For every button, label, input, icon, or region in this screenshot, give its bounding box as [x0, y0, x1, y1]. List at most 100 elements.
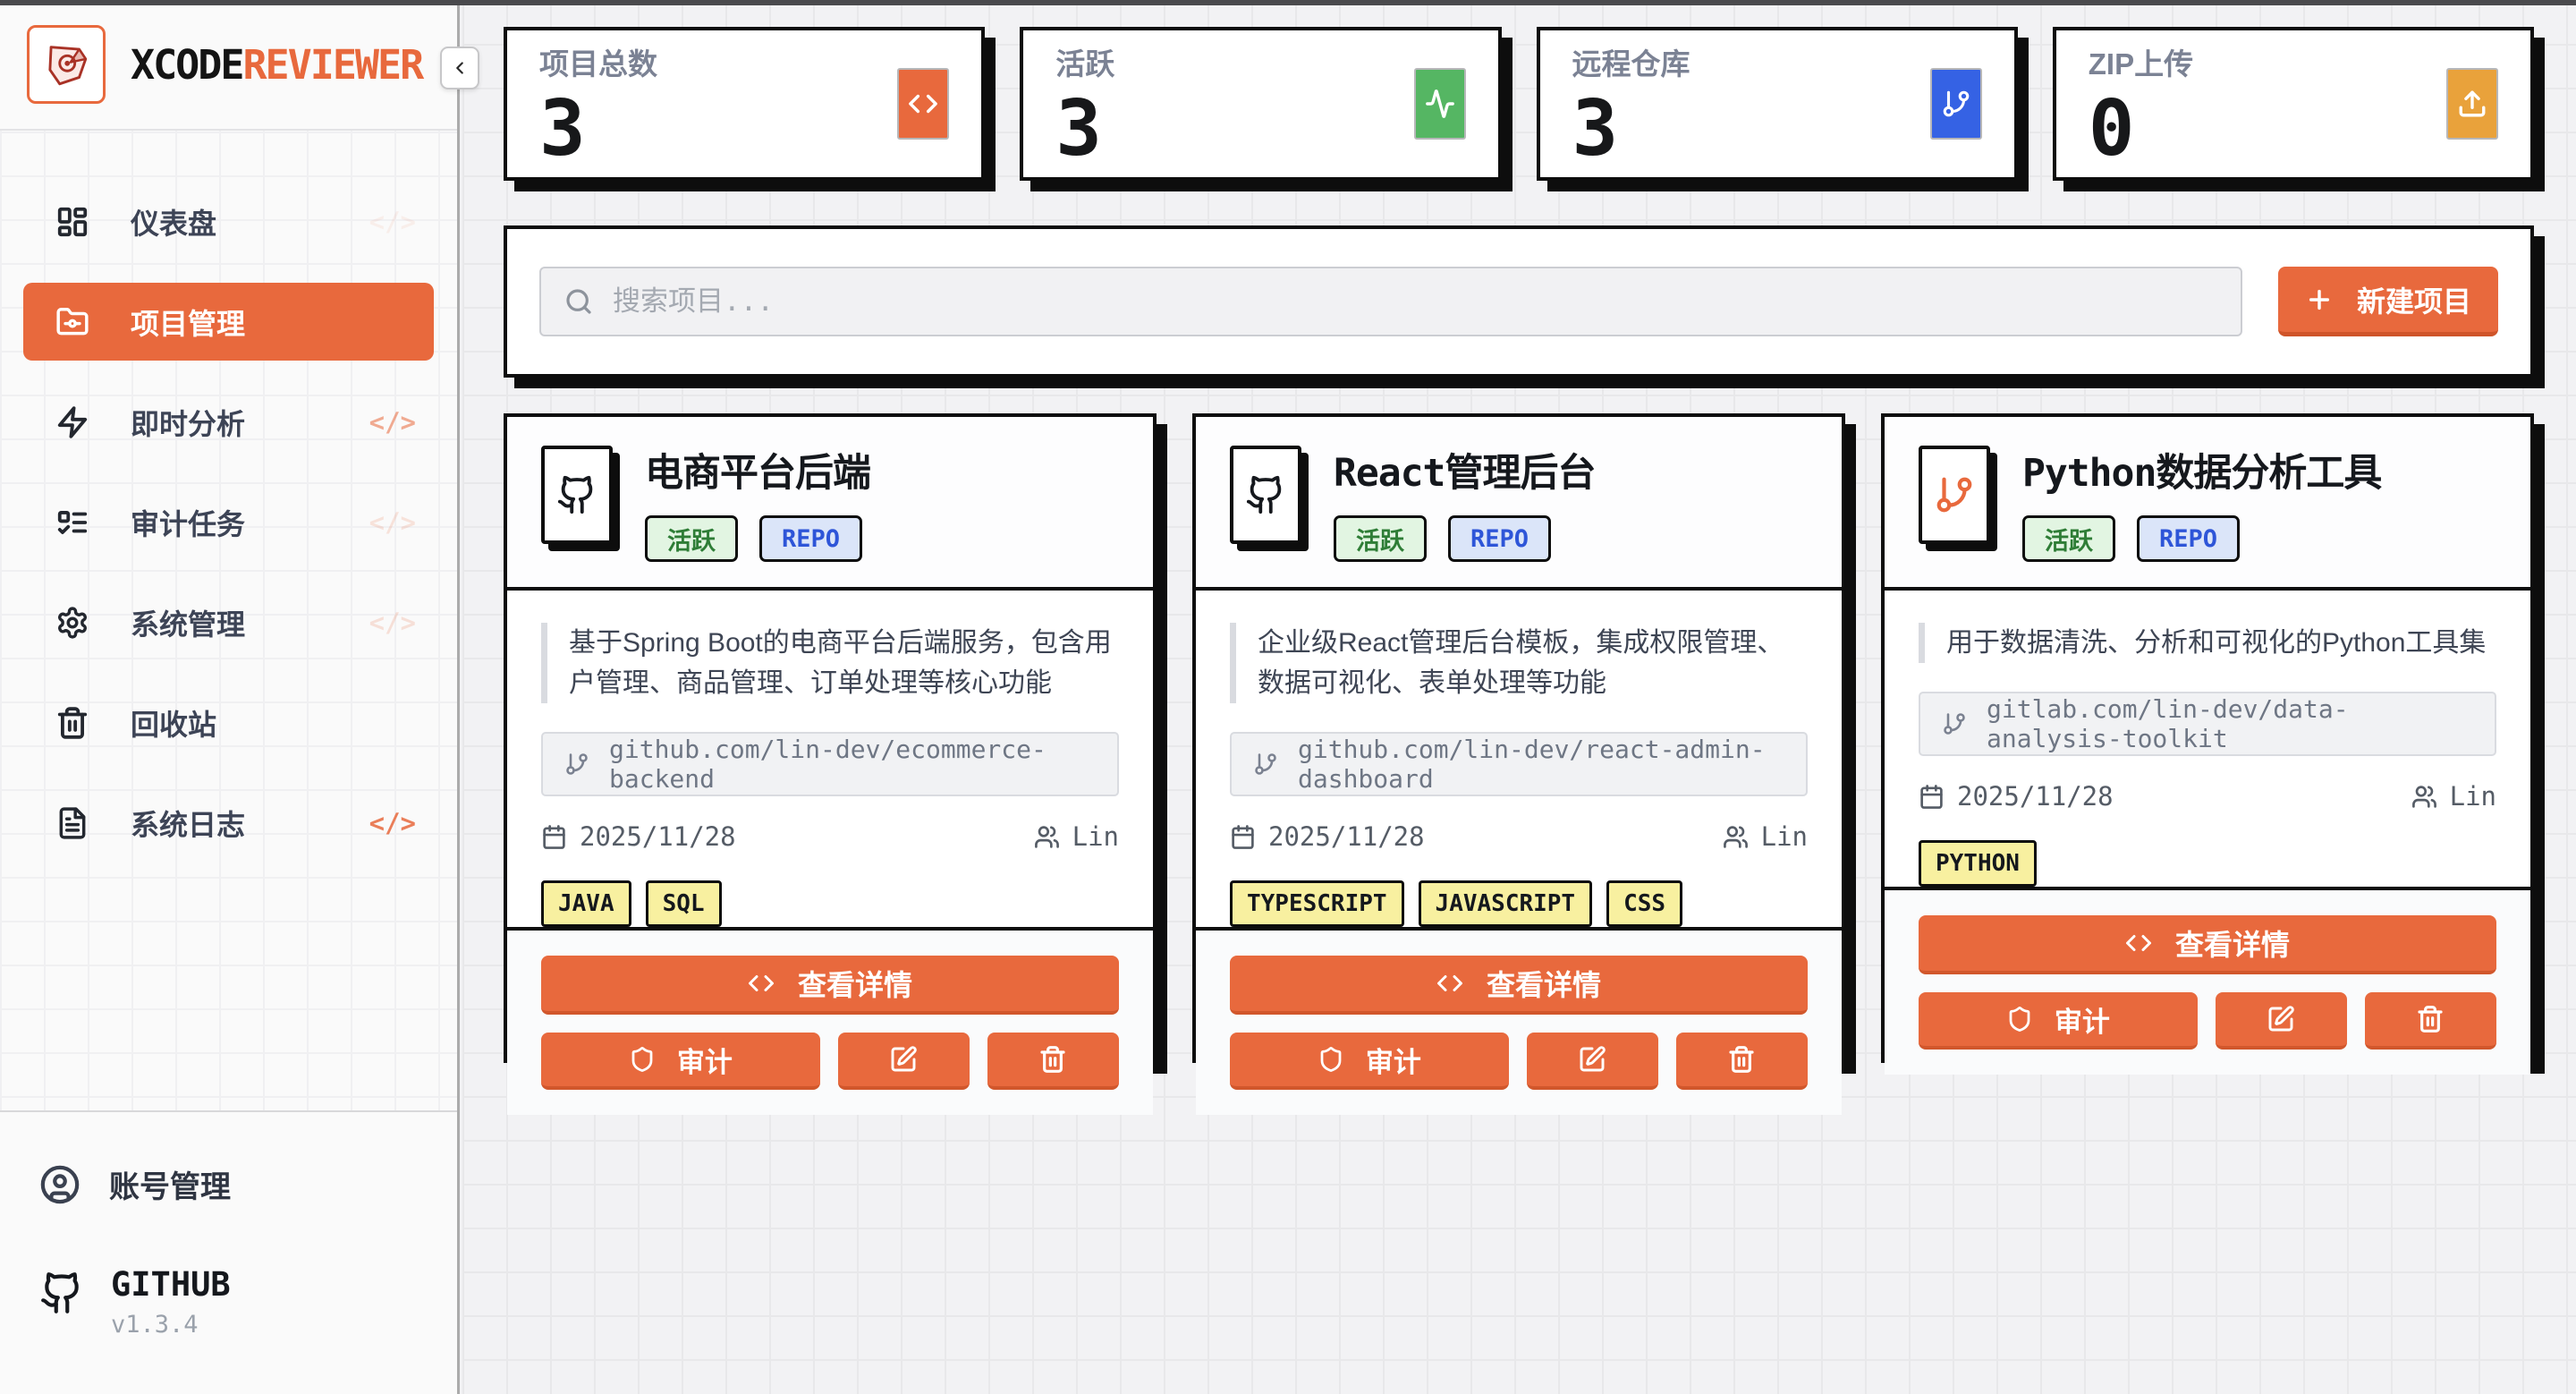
activity-icon — [1414, 68, 1466, 140]
language-tag: JAVA — [541, 880, 631, 927]
project-title: Python数据分析工具 — [2022, 442, 2381, 497]
new-project-button[interactable]: 新建项目 — [2278, 267, 2498, 336]
shield-icon — [1318, 1046, 1344, 1073]
project-title: 电商平台后端 — [645, 442, 870, 497]
view-details-button[interactable]: 查看详情 — [1230, 956, 1808, 1015]
repo-url-box[interactable]: gitlab.com/lin-dev/data-analysis-toolkit — [1919, 692, 2496, 756]
stat-card-remote-repos: 远程仓库 3 — [1537, 27, 2018, 181]
sidebar-item-audit-tasks[interactable]: 审计任务 </> — [23, 483, 434, 561]
language-tag: PYTHON — [1919, 840, 2037, 887]
calendar-icon — [1230, 824, 1256, 850]
project-card-header: Python数据分析工具 活跃 REPO — [1885, 417, 2530, 591]
github-icon — [1230, 446, 1301, 544]
delete-button[interactable] — [1676, 1033, 1808, 1090]
shield-icon — [2006, 1006, 2033, 1033]
repo-url-box[interactable]: github.com/lin-dev/ecommerce-backend — [541, 732, 1119, 796]
stat-label: 项目总数 — [539, 40, 657, 83]
edit-button[interactable] — [1527, 1033, 1658, 1090]
code-icon — [748, 970, 775, 997]
project-card-header: 电商平台后端 活跃 REPO — [507, 417, 1153, 591]
user-circle-icon — [39, 1164, 80, 1205]
source-badge-repo: REPO — [759, 515, 862, 562]
users-icon — [1034, 824, 1060, 850]
users-icon — [1723, 824, 1749, 850]
sidebar-item-label: 项目管理 — [131, 302, 245, 343]
status-badge-active: 活跃 — [645, 515, 738, 562]
sidebar-collapse-button[interactable] — [440, 47, 479, 89]
code-deco: </> — [369, 608, 416, 638]
audit-button[interactable]: 审计 — [1919, 992, 2198, 1050]
search-input[interactable] — [613, 285, 2217, 318]
project-card-python-toolkit: Python数据分析工具 活跃 REPO 用于数据清洗、分析和可视化的Pytho… — [1881, 413, 2534, 1063]
sidebar-item-label: 回收站 — [131, 702, 216, 744]
code-icon — [897, 68, 949, 140]
code-icon — [1436, 970, 1463, 997]
source-badge-repo: REPO — [2137, 515, 2240, 562]
integration-name: GITHUB — [111, 1265, 231, 1304]
project-description: 基于Spring Boot的电商平台后端服务，包含用户管理、商品管理、订单处理等… — [541, 623, 1119, 703]
edit-button[interactable] — [838, 1033, 970, 1090]
folder-git-icon — [55, 305, 89, 339]
project-description: 企业级React管理后台模板，集成权限管理、数据可视化、表单处理等功能 — [1230, 623, 1808, 703]
stat-card-total-projects: 项目总数 3 — [504, 27, 985, 181]
sidebar-item-system-admin[interactable]: 系统管理 </> — [23, 583, 434, 661]
audit-button[interactable]: 审计 — [541, 1033, 820, 1090]
project-date: 2025/11/28 — [1919, 781, 2114, 812]
repo-url: github.com/lin-dev/ecommerce-backend — [609, 735, 1096, 794]
delete-button[interactable] — [2365, 992, 2496, 1050]
code-deco: </> — [369, 407, 416, 438]
brand-name-primary: XCODE — [131, 41, 242, 89]
shield-icon — [629, 1046, 656, 1073]
sidebar-item-instant-analysis[interactable]: 即时分析 </> — [23, 383, 434, 461]
sidebar-item-dashboard[interactable]: 仪表盘 </> — [23, 183, 434, 260]
repo-url-box[interactable]: github.com/lin-dev/react-admin-dashboard — [1230, 732, 1808, 796]
delete-button[interactable] — [987, 1033, 1119, 1090]
status-badge-active: 活跃 — [1334, 515, 1427, 562]
audit-button[interactable]: 审计 — [1230, 1033, 1509, 1090]
new-project-label: 新建项目 — [2357, 279, 2471, 320]
project-card-body: 基于Spring Boot的电商平台后端服务，包含用户管理、商品管理、订单处理等… — [507, 591, 1153, 927]
dashboard-icon — [55, 205, 89, 239]
edit-icon — [889, 1045, 918, 1074]
sidebar-item-label: 系统管理 — [131, 602, 245, 643]
brand-name: XCODEREVIEWER — [131, 41, 422, 89]
status-badge-active: 活跃 — [2022, 515, 2115, 562]
github-icon — [39, 1271, 84, 1315]
view-details-button[interactable]: 查看详情 — [1919, 915, 2496, 974]
upload-icon — [2446, 68, 2498, 140]
project-owner: Lin — [1034, 821, 1119, 852]
sidebar-item-recycle-bin[interactable]: 回收站 — [23, 684, 434, 761]
zap-icon — [55, 405, 89, 439]
edit-button[interactable] — [2216, 992, 2347, 1050]
integration-info: GITHUB v1.3.4 — [39, 1265, 418, 1339]
language-tag: CSS — [1606, 880, 1682, 927]
sidebar-item-system-logs[interactable]: 系统日志 </> — [23, 784, 434, 862]
fox-logo-icon — [40, 38, 92, 90]
search-box[interactable] — [539, 267, 2242, 336]
trash-icon — [1727, 1045, 1756, 1074]
sidebar-item-projects[interactable]: 项目管理 — [23, 283, 434, 361]
sidebar-nav: 仪表盘 </> 项目管理 即时分析 </> 审计任务 </> 系统管理 </> … — [0, 131, 457, 862]
main-content: 项目总数 3 活跃 3 远程仓库 3 — [462, 0, 2576, 1394]
project-owner: Lin — [2411, 781, 2496, 812]
source-badge-repo: REPO — [1448, 515, 1551, 562]
language-tag: SQL — [646, 880, 722, 927]
calendar-icon — [541, 824, 567, 850]
project-date: 2025/11/28 — [1230, 821, 1425, 852]
project-title: React管理后台 — [1334, 442, 1595, 497]
stat-value: 3 — [1055, 90, 1114, 167]
stat-card-zip-uploads: ZIP上传 0 — [2053, 27, 2534, 181]
git-branch-icon — [1253, 752, 1278, 777]
project-description: 用于数据清洗、分析和可视化的Python工具集 — [1919, 623, 2496, 663]
project-card-body: 用于数据清洗、分析和可视化的Python工具集 gitlab.com/lin-d… — [1885, 591, 2530, 887]
top-edge-strip — [0, 0, 2576, 5]
sidebar-item-label: 即时分析 — [131, 402, 245, 443]
account-label: 账号管理 — [109, 1162, 231, 1206]
stats-row: 项目总数 3 活跃 3 远程仓库 3 — [504, 27, 2534, 181]
gear-icon — [55, 606, 89, 640]
language-tag: TYPESCRIPT — [1230, 880, 1404, 927]
view-details-button[interactable]: 查看详情 — [541, 956, 1119, 1015]
account-management[interactable]: 账号管理 — [39, 1162, 418, 1206]
git-branch-icon — [1919, 446, 1990, 544]
sidebar-item-label: 仪表盘 — [131, 201, 216, 242]
